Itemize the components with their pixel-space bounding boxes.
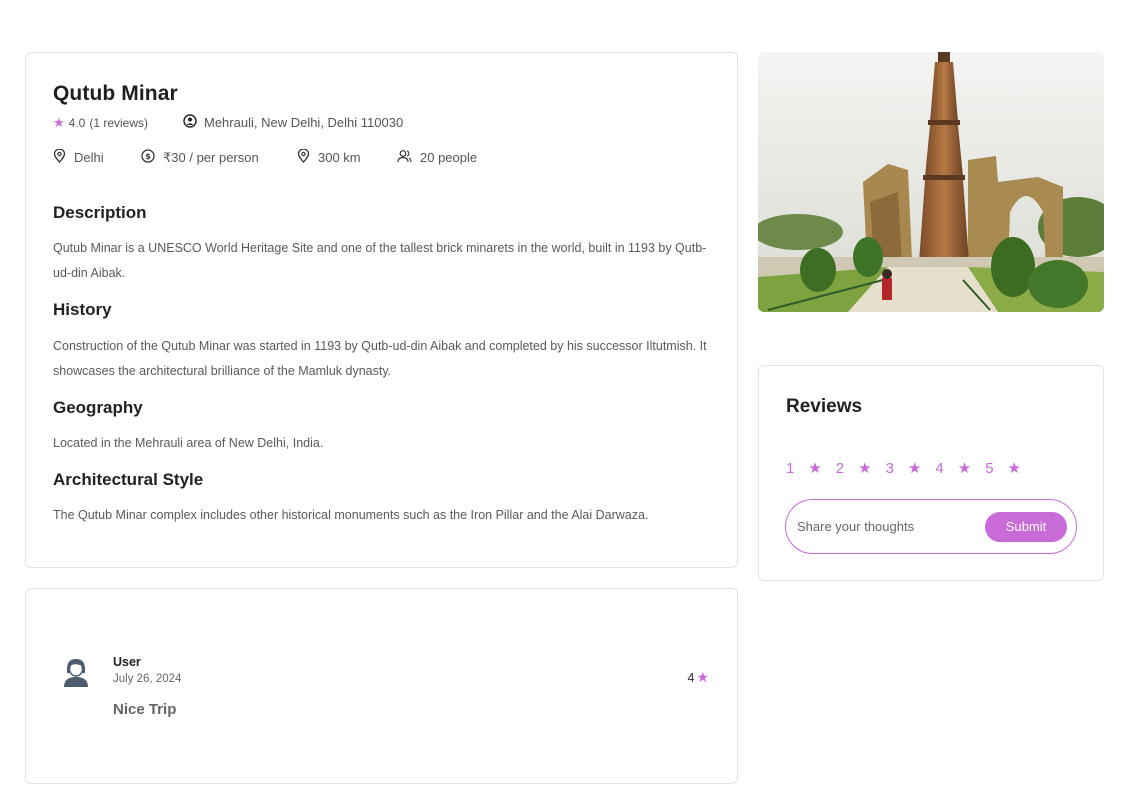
- city-text: Delhi: [74, 150, 104, 165]
- distance-text: 300 km: [318, 150, 361, 165]
- price-text: ₹30 / per person: [163, 149, 259, 165]
- geography-heading: Geography: [53, 398, 143, 417]
- place-title: Qutub Minar: [53, 82, 178, 105]
- history-text: Construction of the Qutub Minar was star…: [53, 339, 707, 378]
- star-option-3[interactable]: 3 ★: [886, 459, 922, 477]
- history-heading: History: [53, 300, 112, 319]
- address: Mehrauli, New Delhi, Delhi 110030: [183, 114, 403, 131]
- star-icon: ★: [696, 669, 709, 685]
- star-rating-picker: 1 ★ 2 ★ 3 ★ 4 ★ 5 ★: [786, 459, 1035, 477]
- city-meta: Delhi: [53, 148, 141, 166]
- currency-circle-icon: $: [141, 149, 163, 166]
- distance-meta: 300 km: [297, 148, 397, 166]
- description-heading: Description: [53, 203, 147, 222]
- price-meta: $ ₹30 / per person: [141, 149, 297, 166]
- rating-summary: ★ 4.0 (1 reviews): [53, 115, 148, 131]
- reviews-title: Reviews: [786, 396, 863, 417]
- review-form: Submit: [785, 499, 1077, 554]
- svg-text:$: $: [145, 152, 151, 161]
- place-photo: [758, 52, 1104, 312]
- star-icon: ★: [53, 115, 65, 130]
- star-option-4[interactable]: 4 ★: [935, 459, 971, 477]
- rating-value: 4.0: [68, 116, 86, 130]
- user-review-card: User July 26, 2024 4 ★ Nice Trip: [25, 588, 738, 784]
- review-rating-value: 4: [687, 670, 695, 685]
- reviews-count: (1 reviews): [89, 116, 149, 130]
- tour-meta: Delhi $ ₹30 / per person 300 km 20 peopl…: [53, 148, 477, 166]
- description-text: Qutub Minar is a UNESCO World Heritage S…: [53, 241, 707, 280]
- star-option-1[interactable]: 1 ★: [786, 459, 822, 477]
- review-input[interactable]: [797, 519, 985, 534]
- geography-text: Located in the Mehrauli area of New Delh…: [53, 436, 324, 450]
- address-text: Mehrauli, New Delhi, Delhi 110030: [204, 115, 404, 130]
- submit-button[interactable]: Submit: [985, 511, 1067, 542]
- map-pin-icon: [53, 148, 74, 166]
- group-size-text: 20 people: [420, 150, 478, 165]
- reviews-panel: Reviews 1★ 2★ 3★ 4★ 5★ Submit: [758, 365, 1104, 581]
- star-option-2[interactable]: 2 ★: [836, 459, 872, 477]
- map-pin-icon: [297, 148, 318, 166]
- review-date: July 26, 2024: [113, 673, 182, 685]
- review-rating: 4 ★: [687, 669, 709, 686]
- tour-info-card: Qutub Minar ★ 4.0 (1 reviews) Mehrauli, …: [25, 52, 738, 568]
- review-comment: Nice Trip: [113, 701, 177, 718]
- group-size-meta: 20 people: [397, 149, 477, 166]
- user-avatar-icon: [63, 657, 89, 692]
- location-person-icon: [183, 114, 204, 131]
- architectural-style-text: The Qutub Minar complex includes other h…: [53, 508, 649, 522]
- architectural-style-heading: Architectural Style: [53, 470, 204, 489]
- users-icon: [397, 149, 420, 166]
- star-option-5[interactable]: 5 ★: [985, 459, 1021, 477]
- reviewer-name: User: [113, 655, 141, 669]
